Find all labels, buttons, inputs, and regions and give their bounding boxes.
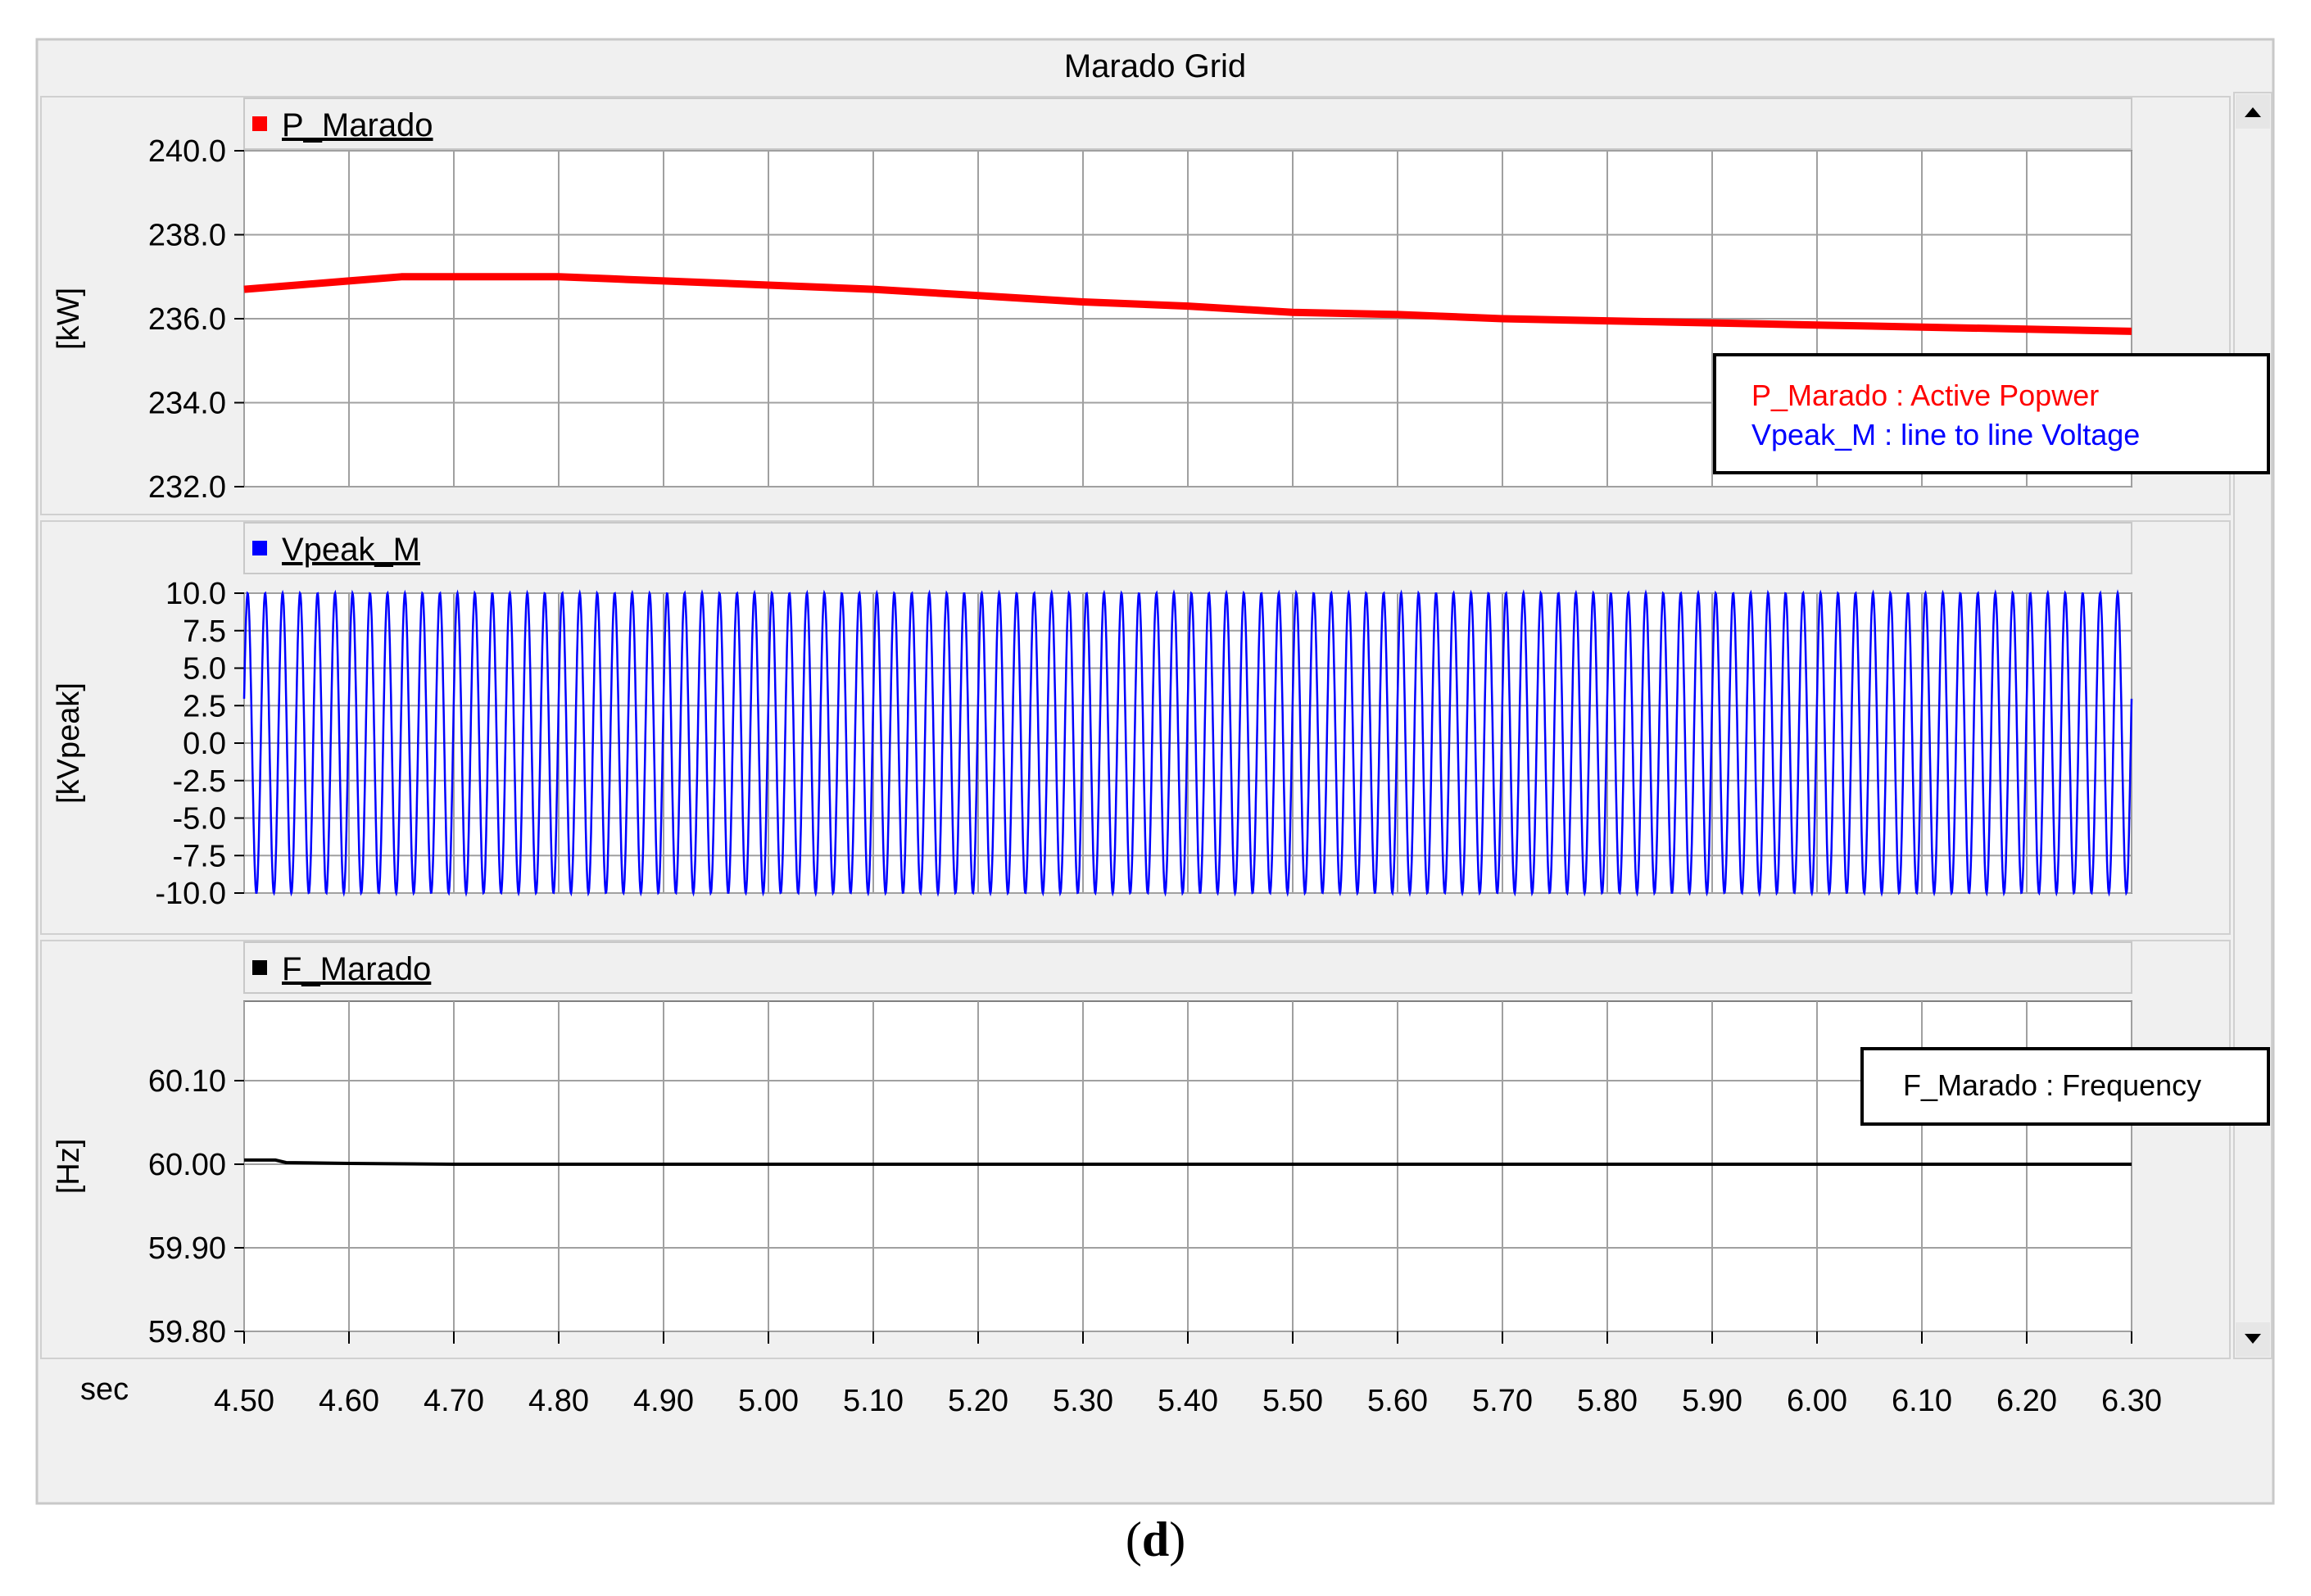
y-axis-label: [kW] [52,288,86,350]
y-tick-label: -10.0 [155,877,226,911]
legend-box-power-voltage: P_Marado : Active Popwer Vpeak_M : line … [1713,353,2270,474]
chart-panel-2: 10.07.55.02.5 0.0-2.5-5.0-7.5 -10.0 [kVpeak… [40,520,2231,935]
y-tick-label: -7.5 [173,839,226,873]
chart-panel-3: 60.10 60.00 59.90 59.80 [Hz] F_Marado [40,940,2231,1359]
x-tick-label: 5.20 [948,1384,1008,1418]
series-legend-label: F_Marado [282,951,431,987]
x-tick-label: 5.60 [1367,1384,1428,1418]
y-tick-label: -5.0 [173,802,226,837]
x-tick-label: 4.60 [319,1384,379,1418]
series-legend-swatch [252,541,267,555]
vertical-scrollbar[interactable] [2233,92,2272,1359]
legend-box-frequency: F_Marado : Frequency [1860,1047,2270,1126]
x-tick-label: 5.90 [1682,1384,1742,1418]
plot-window: Marado Grid 240.0 238.0 236.0 234.0 232.0 [kW… [35,38,2275,1505]
series-legend-swatch [252,960,267,975]
x-tick-label: 5.30 [1053,1384,1113,1418]
x-tick-label: 6.10 [1892,1384,1952,1418]
y-tick-label: 232.0 [148,470,226,505]
x-tick-label: 4.80 [528,1384,589,1418]
x-tick-label: 5.50 [1262,1384,1323,1418]
y-tick-label: 5.0 [183,652,226,687]
y-tick-label: -2.5 [173,764,226,799]
panel-header [243,97,2132,150]
y-tick-label: 0.0 [183,727,226,761]
legend-box-line-voltage: Vpeak_M : line to line Voltage [1751,418,2140,451]
window-title: Marado Grid [1064,48,1246,84]
y-axis-label: [kVpeak] [52,682,86,804]
y-tick-label: 59.90 [148,1231,226,1266]
x-tick-label: 4.50 [214,1384,274,1418]
y-tick-label: 236.0 [148,302,226,337]
figure-caption: (d) [0,1512,2311,1568]
y-tick-label: 2.5 [183,689,226,723]
x-tick-label: 5.80 [1577,1384,1638,1418]
x-tick-label: 5.10 [843,1384,904,1418]
y-tick-label: 60.00 [148,1148,226,1182]
caption-letter: d [1141,1512,1170,1567]
series-legend-label: Vpeak_M [282,532,420,568]
x-tick-label: 5.70 [1472,1384,1533,1418]
x-axis-unit-label: sec [80,1372,129,1407]
panel-header [243,941,2132,994]
x-tick-label: 6.20 [1996,1384,2057,1418]
y-tick-label: 59.80 [148,1315,226,1349]
x-tick-label: 4.90 [633,1384,694,1418]
y-tick-label: 234.0 [148,387,226,421]
caption-close: ) [1169,1512,1186,1567]
x-tick-label: 6.00 [1787,1384,1847,1418]
y-tick-label: 10.0 [165,577,226,611]
legend-box-line-power: P_Marado : Active Popwer [1751,379,2099,412]
x-tick-label: 6.30 [2101,1384,2162,1418]
x-tick-label: 5.00 [738,1384,799,1418]
scrollbar-track[interactable] [2233,92,2272,1359]
x-tick-label: 5.40 [1158,1384,1218,1418]
y-tick-label: 7.5 [183,614,226,649]
series-legend-label: P_Marado [282,107,433,143]
x-tick-label: 4.70 [424,1384,484,1418]
y-tick-label: 240.0 [148,134,226,169]
y-axis-label: [Hz] [52,1139,86,1195]
y-tick-label: 238.0 [148,219,226,253]
legend-box-line-frequency: F_Marado : Frequency [1903,1068,2201,1102]
series-legend-swatch [252,116,267,131]
y-tick-label: 60.10 [148,1064,226,1099]
caption-open: ( [1125,1512,1142,1567]
panel-header [243,522,2132,574]
